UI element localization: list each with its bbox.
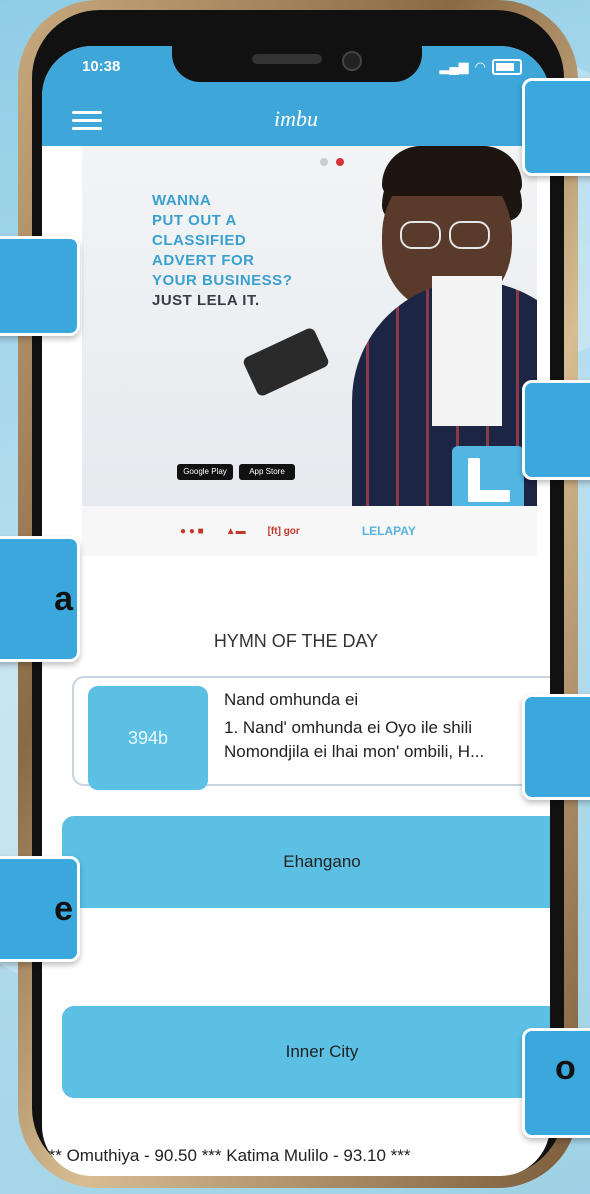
banner-line: WANNA	[152, 192, 212, 209]
banner-photo-shirt	[432, 276, 502, 426]
banner-tagline: JUST LELA IT.	[152, 292, 260, 309]
status-icons: ▂▄▆ ◠	[439, 59, 522, 75]
banner-headline: WANNA PUT OUT A CLASSIFIED ADVERT FOR YO…	[152, 191, 332, 311]
hymn-heading: HYMN OF THE DAY	[213, 631, 379, 651]
app-store-badge[interactable]: App Store	[239, 464, 295, 480]
banner-photo-glasses	[400, 221, 490, 249]
lela-logo-icon	[452, 446, 524, 506]
callout-box-right-1	[522, 78, 590, 176]
carousel-dot	[320, 158, 328, 166]
app-bar: imbu	[42, 94, 550, 146]
speaker-icon	[252, 54, 322, 64]
app-title: imbu	[274, 106, 318, 131]
advert-banner[interactable]: WANNA PUT OUT A CLASSIFIED ADVERT FOR YO…	[82, 146, 537, 506]
callout-box-left-2	[0, 236, 80, 336]
phone-screen: 10:38 ▂▄▆ ◠ imbu WANNA PUT OUT A CLASSIF…	[42, 46, 550, 1176]
callout-box-right-5: o	[522, 1028, 590, 1138]
hymn-number-badge: 394b	[88, 686, 208, 790]
sponsor-logo: ▲▬	[225, 525, 246, 537]
callout-box-left-4: e	[0, 856, 80, 962]
lelapay-logo: LELAPAY	[361, 524, 416, 538]
sponsor-row: ● ● ■ ▲▬ [ft] gor LELAPAY	[82, 506, 537, 556]
callout-box-right-2	[522, 380, 590, 480]
banner-line: PUT OUT A	[152, 212, 237, 229]
banner-line: ADVERT FOR	[152, 252, 255, 269]
store-badges: Google Play App Store	[177, 464, 295, 480]
station-button-ehangano[interactable]: Ehangano	[62, 816, 550, 908]
callout-text: a	[54, 579, 73, 618]
callout-box-left-3: a	[0, 536, 80, 662]
signal-icon: ▂▄▆	[439, 59, 469, 74]
banner-photo-hair-top	[382, 146, 522, 196]
sponsor-logo-text: [ft] gor	[267, 525, 300, 537]
station-ticker: *** Omuthiya - 90.50 *** Katima Mulilo -…	[42, 1146, 411, 1165]
battery-icon	[492, 59, 522, 75]
carousel-dot-active	[336, 158, 344, 166]
banner-line: CLASSIFIED	[152, 232, 247, 249]
status-time: 10:38	[82, 58, 121, 75]
status-bar: 10:38 ▂▄▆ ◠	[42, 46, 550, 94]
callout-text: o	[555, 1049, 576, 1087]
phone-notch	[172, 46, 422, 82]
social-icons: ● ● ■	[180, 525, 204, 537]
google-play-badge[interactable]: Google Play	[177, 464, 233, 480]
callout-box-right-4	[522, 694, 590, 800]
banner-photo-phone	[241, 326, 331, 398]
callout-text: e	[54, 889, 73, 928]
station-button-inner-city[interactable]: Inner City	[62, 1006, 550, 1098]
banner-line: YOUR BUSINESS?	[152, 272, 293, 289]
hymn-title: Nand omhunda ei	[224, 690, 359, 709]
hymn-excerpt: 1. Nand' omhunda ei Oyo ile shili Nomond…	[224, 718, 485, 761]
carousel-dots	[320, 158, 344, 166]
wifi-icon: ◠	[474, 59, 486, 74]
camera-icon	[342, 51, 362, 71]
